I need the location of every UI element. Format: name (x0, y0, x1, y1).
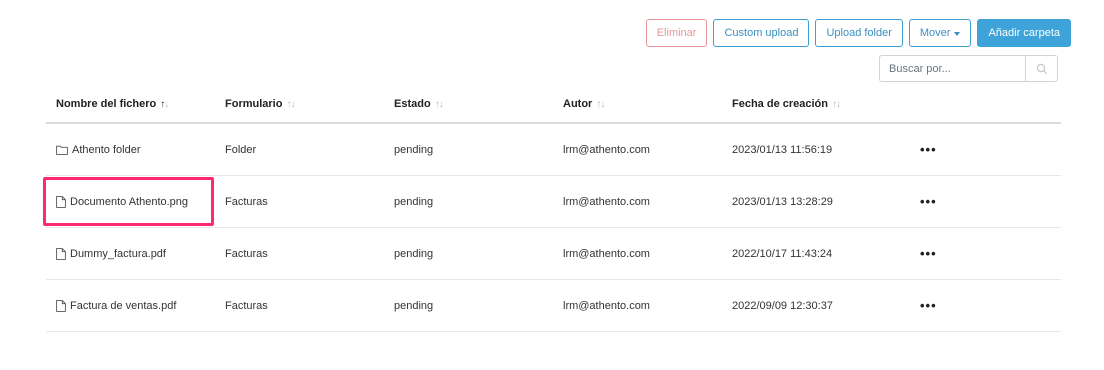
column-header-form[interactable]: Formulario ↑↓ (215, 98, 384, 110)
sort-icon[interactable]: ↑↓ (832, 99, 841, 110)
table-row[interactable]: Athento folder Folder pending lrm@athent… (46, 124, 1061, 176)
row-actions-cell: ••• (907, 298, 967, 313)
sort-ascending-icon[interactable]: ↑↓ (160, 99, 169, 110)
documents-table: Nombre del fichero ↑↓ Formulario ↑↓ Esta… (46, 86, 1061, 332)
column-header-name[interactable]: Nombre del fichero ↑↓ (46, 98, 215, 110)
sort-icon[interactable]: ↑↓ (286, 99, 295, 110)
cell-created: 2022/09/09 12:30:37 (732, 299, 833, 312)
sort-icon[interactable]: ↑↓ (596, 99, 605, 110)
column-header-created[interactable]: Fecha de creación ↑↓ (722, 98, 907, 110)
file-name: Factura de ventas.pdf (70, 299, 177, 312)
search-icon (1036, 63, 1047, 74)
column-header-author[interactable]: Autor ↑↓ (553, 98, 722, 110)
custom-upload-button[interactable]: Custom upload (713, 19, 810, 47)
search-input[interactable] (879, 55, 1025, 82)
folder-icon (56, 145, 68, 155)
cell-form: Facturas (225, 299, 268, 312)
table-row[interactable]: Documento Athento.png Facturas pending l… (46, 176, 1061, 228)
cell-author: lrm@athento.com (563, 247, 650, 260)
cell-name[interactable]: Factura de ventas.pdf (46, 300, 215, 312)
move-dropdown-button[interactable]: Mover (908, 19, 972, 47)
table-header: Nombre del fichero ↑↓ Formulario ↑↓ Esta… (46, 86, 1061, 124)
file-icon (56, 299, 66, 312)
caret-down-icon (954, 31, 961, 36)
cell-state: pending (394, 143, 434, 156)
row-actions-cell: ••• (907, 194, 967, 209)
move-button-label: Mover (919, 27, 951, 39)
sort-icon[interactable]: ↑↓ (435, 99, 444, 110)
column-header-label: Fecha de creación (732, 98, 828, 110)
cell-form: Facturas (225, 195, 268, 208)
more-options-icon[interactable]: ••• (920, 194, 937, 209)
cell-created: 2023/01/13 13:28:29 (732, 195, 833, 208)
cell-author: lrm@athento.com (563, 299, 650, 312)
file-icon (56, 247, 66, 260)
more-options-icon[interactable]: ••• (920, 298, 937, 313)
cell-created: 2023/01/13 11:56:19 (732, 143, 833, 156)
file-name: Athento folder (72, 143, 141, 156)
upload-folder-button[interactable]: Upload folder (815, 19, 903, 47)
cell-name[interactable]: Documento Athento.png (46, 196, 215, 208)
more-options-icon[interactable]: ••• (920, 142, 937, 157)
cell-author: lrm@athento.com (563, 195, 650, 208)
cell-form: Facturas (225, 247, 268, 260)
column-header-label: Autor (563, 98, 593, 110)
file-name: Dummy_factura.pdf (70, 247, 166, 260)
column-header-label: Estado (394, 98, 431, 110)
column-header-label: Formulario (225, 98, 283, 110)
delete-button[interactable]: Eliminar (645, 19, 708, 47)
cell-created: 2022/10/17 11:43:24 (732, 247, 833, 260)
search-bar (879, 55, 1058, 82)
cell-state: pending (394, 247, 434, 260)
search-button[interactable] (1025, 55, 1058, 82)
more-options-icon[interactable]: ••• (920, 246, 937, 261)
cell-author: lrm@athento.com (563, 143, 650, 156)
cell-state: pending (394, 195, 434, 208)
table-row[interactable]: Dummy_factura.pdf Facturas pending lrm@a… (46, 228, 1061, 280)
column-header-label: Nombre del fichero (56, 98, 157, 110)
cell-name[interactable]: Athento folder (46, 144, 215, 156)
table-row[interactable]: Factura de ventas.pdf Facturas pending l… (46, 280, 1061, 332)
cell-state: pending (394, 299, 434, 312)
cell-name[interactable]: Dummy_factura.pdf (46, 248, 215, 260)
file-name: Documento Athento.png (70, 195, 189, 208)
file-icon (56, 195, 66, 208)
column-header-state[interactable]: Estado ↑↓ (384, 98, 553, 110)
row-actions-cell: ••• (907, 246, 967, 261)
toolbar: Eliminar Custom upload Upload folder Mov… (645, 19, 1071, 47)
row-actions-cell: ••• (907, 142, 967, 157)
add-folder-button[interactable]: Añadir carpeta (977, 19, 1071, 47)
cell-form: Folder (225, 143, 257, 156)
